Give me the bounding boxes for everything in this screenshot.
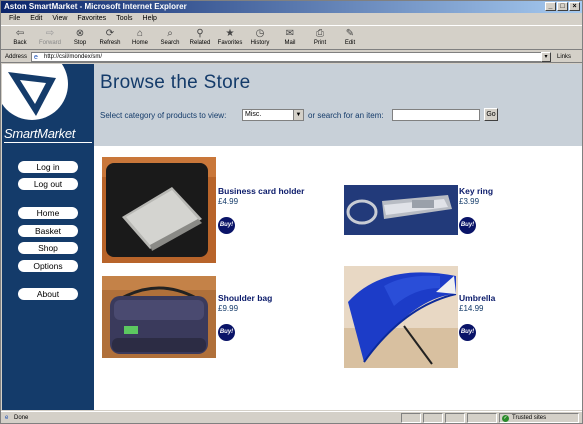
related-icon: ⚲: [196, 28, 204, 39]
menu-view[interactable]: View: [52, 13, 67, 25]
buy-button[interactable]: Buy!: [459, 324, 476, 341]
nav-home-button[interactable]: Home: [18, 207, 78, 219]
product-price: £4.99: [218, 197, 239, 206]
stop-icon: ⊗: [75, 28, 85, 39]
forward-arrow-icon: ⇨: [45, 28, 55, 39]
nav-about-button[interactable]: About: [18, 288, 78, 300]
edit-icon: ✎: [345, 28, 355, 39]
nav-shop-button[interactable]: Shop: [18, 242, 78, 254]
buy-button[interactable]: Buy!: [459, 217, 476, 234]
print-button[interactable]: ⎙ Print: [305, 26, 335, 49]
status-bar: e Done ✓ Trusted sites: [1, 411, 582, 423]
favorites-icon: ★: [225, 28, 235, 39]
store-header: Browse the Store Select category of prod…: [94, 64, 582, 146]
address-label: Address: [5, 54, 28, 60]
mail-icon: ✉: [285, 28, 295, 39]
page-content: SmartMarket Log in Log out Home Basket S…: [2, 64, 582, 410]
product-price: £9.99: [218, 304, 239, 313]
product-price: £3.99: [459, 197, 480, 206]
brand-name: SmartMarket: [4, 126, 76, 141]
category-selected-value: Misc.: [245, 111, 262, 118]
nav-log-out-button[interactable]: Log out: [18, 178, 78, 190]
product-name[interactable]: Key ring: [459, 186, 493, 196]
page-title: Browse the Store: [100, 72, 251, 93]
product-price: £14.99: [459, 304, 484, 313]
address-bar: Address e http://csil/mondex/sm/ ▾ Links: [1, 51, 582, 63]
product-name[interactable]: Shoulder bag: [218, 293, 272, 303]
links-button[interactable]: Links: [557, 51, 571, 63]
security-zone-label: Trusted sites: [512, 415, 547, 421]
ie-page-icon: e: [34, 54, 38, 61]
nav-options-button[interactable]: Options: [18, 260, 78, 272]
status-text-cell: e Done: [5, 412, 28, 424]
chevron-down-icon: ▼: [293, 110, 303, 120]
back-arrow-icon: ⇦: [15, 28, 25, 39]
edit-button[interactable]: ✎ Edit: [335, 26, 365, 49]
go-button[interactable]: Go: [484, 108, 498, 121]
status-cell: [401, 413, 421, 423]
search-prompt: or search for an item:: [308, 111, 384, 120]
menu-favorites[interactable]: Favorites: [77, 13, 106, 25]
history-button[interactable]: ◷ History: [245, 26, 275, 49]
status-cell: [423, 413, 443, 423]
shoulder-bag-image[interactable]: [102, 276, 216, 358]
sidebar: SmartMarket Log in Log out Home Basket S…: [2, 64, 94, 410]
stop-button[interactable]: ⊗ Stop: [65, 26, 95, 49]
status-text: Done: [14, 415, 29, 421]
nav-log-in-button[interactable]: Log in: [18, 161, 78, 173]
address-dropdown-button[interactable]: ▾: [541, 52, 551, 62]
refresh-icon: ⟳: [105, 28, 115, 39]
close-button[interactable]: ×: [569, 2, 580, 11]
home-button[interactable]: ⌂ Home: [125, 26, 155, 49]
status-cell: [445, 413, 465, 423]
menu-bar: File Edit View Favorites Tools Help: [1, 13, 582, 25]
address-url: http://csil/mondex/sm/: [44, 54, 103, 60]
ie-page-icon: e: [5, 415, 9, 421]
category-prompt: Select category of products to view:: [100, 111, 227, 120]
search-input[interactable]: [392, 109, 480, 121]
search-icon: ⌕: [167, 28, 173, 39]
refresh-button[interactable]: ⟳ Refresh: [95, 26, 125, 49]
menu-help[interactable]: Help: [143, 13, 157, 25]
key-ring-image[interactable]: [344, 185, 458, 235]
back-button[interactable]: ⇦ Back: [5, 26, 35, 49]
forward-button[interactable]: ⇨ Forward: [35, 26, 65, 49]
logo-divider: [4, 142, 92, 143]
search-button[interactable]: ⌕ Search: [155, 26, 185, 49]
menu-file[interactable]: File: [9, 13, 20, 25]
toolbar: ⇦ Back ⇨ Forward ⊗ Stop ⟳ Refresh ⌂ Home ⌕ Sea…: [1, 25, 582, 50]
address-input[interactable]: e http://csil/mondex/sm/: [31, 52, 551, 62]
business-card-holder-image[interactable]: [102, 157, 216, 263]
logo-mark-icon: [2, 64, 68, 120]
window-title: Aston SmartMarket - Microsoft Internet E…: [4, 2, 187, 11]
title-bar: Aston SmartMarket - Microsoft Internet E…: [1, 1, 582, 13]
smartmarket-logo: SmartMarket: [2, 64, 94, 146]
nav-basket-button[interactable]: Basket: [18, 225, 78, 237]
favorites-button[interactable]: ★ Favorites: [215, 26, 245, 49]
menu-tools[interactable]: Tools: [116, 13, 132, 25]
browser-window: Aston SmartMarket - Microsoft Internet E…: [0, 0, 583, 424]
status-cell: [467, 413, 497, 423]
product-name[interactable]: Umbrella: [459, 293, 495, 303]
security-zone: ✓ Trusted sites: [499, 413, 579, 423]
related-button[interactable]: ⚲ Related: [185, 26, 215, 49]
history-icon: ◷: [255, 28, 265, 39]
home-icon: ⌂: [136, 28, 144, 39]
mail-button[interactable]: ✉ Mail: [275, 26, 305, 49]
buy-button[interactable]: Buy!: [218, 324, 235, 341]
menu-edit[interactable]: Edit: [30, 13, 42, 25]
checkmark-icon: ✓: [502, 415, 509, 422]
minimize-button[interactable]: _: [545, 2, 556, 11]
category-select[interactable]: Misc. ▼: [242, 109, 304, 121]
buy-button[interactable]: Buy!: [218, 217, 235, 234]
print-icon: ⎙: [316, 28, 324, 39]
maximize-button[interactable]: □: [557, 2, 568, 11]
umbrella-image[interactable]: [344, 266, 458, 368]
product-name[interactable]: Business card holder: [218, 186, 304, 196]
